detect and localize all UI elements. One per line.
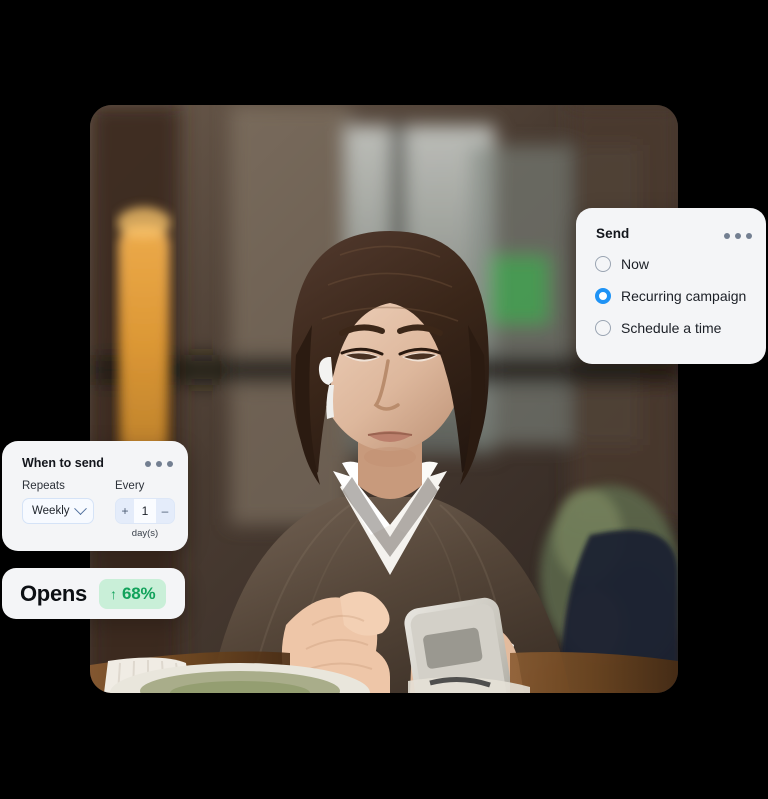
opens-value: 68% xyxy=(121,583,156,603)
send-card-title: Send xyxy=(596,226,630,241)
when-to-send-card: When to send Repeats Weekly Every + 1 – xyxy=(2,441,188,551)
opens-stat-card: Opens ↑ 68% xyxy=(2,568,185,619)
dot xyxy=(746,233,752,239)
dot xyxy=(167,461,173,467)
every-value[interactable]: 1 xyxy=(134,499,156,523)
more-horizontal-icon[interactable] xyxy=(724,233,752,239)
dot xyxy=(735,233,741,239)
send-option-schedule-a-time[interactable]: Schedule a time xyxy=(595,320,746,336)
opens-label: Opens xyxy=(20,580,87,606)
when-to-send-fields: Repeats Weekly Every + 1 – day(s) xyxy=(22,480,175,539)
send-options-group: Now Recurring campaign Schedule a time xyxy=(595,256,746,336)
radio-icon-now[interactable] xyxy=(595,256,611,272)
repeats-value: Weekly xyxy=(32,505,70,517)
radio-icon-recurring-campaign[interactable] xyxy=(595,288,611,304)
repeats-field: Repeats Weekly xyxy=(22,480,94,539)
send-option-recurring-campaign[interactable]: Recurring campaign xyxy=(595,288,746,304)
decrement-button[interactable]: – xyxy=(156,499,174,523)
screenshot-root: Send Now Recurring campaign Schedule a t… xyxy=(0,0,768,799)
send-option-label: Now xyxy=(621,256,650,272)
radio-icon-schedule-a-time[interactable] xyxy=(595,320,611,336)
send-option-label: Recurring campaign xyxy=(621,288,747,304)
dot xyxy=(156,461,162,467)
send-option-now[interactable]: Now xyxy=(595,256,746,272)
send-card: Send Now Recurring campaign Schedule a t… xyxy=(576,208,766,364)
opens-trend-badge: ↑ 68% xyxy=(98,578,167,609)
every-unit-label: day(s) xyxy=(131,528,159,539)
dot xyxy=(724,233,730,239)
more-horizontal-icon[interactable] xyxy=(145,461,173,467)
every-label: Every xyxy=(115,480,145,492)
arrow-up-icon: ↑ xyxy=(109,585,117,602)
send-option-label: Schedule a time xyxy=(621,320,722,336)
repeats-label: Repeats xyxy=(22,480,65,492)
every-stepper[interactable]: + 1 – xyxy=(115,498,175,524)
when-to-send-title: When to send xyxy=(22,456,104,470)
repeats-select[interactable]: Weekly xyxy=(22,498,94,524)
every-field: Every + 1 – day(s) xyxy=(115,480,175,539)
dot xyxy=(145,461,151,467)
increment-button[interactable]: + xyxy=(116,499,134,523)
chevron-down-icon[interactable] xyxy=(74,501,87,515)
